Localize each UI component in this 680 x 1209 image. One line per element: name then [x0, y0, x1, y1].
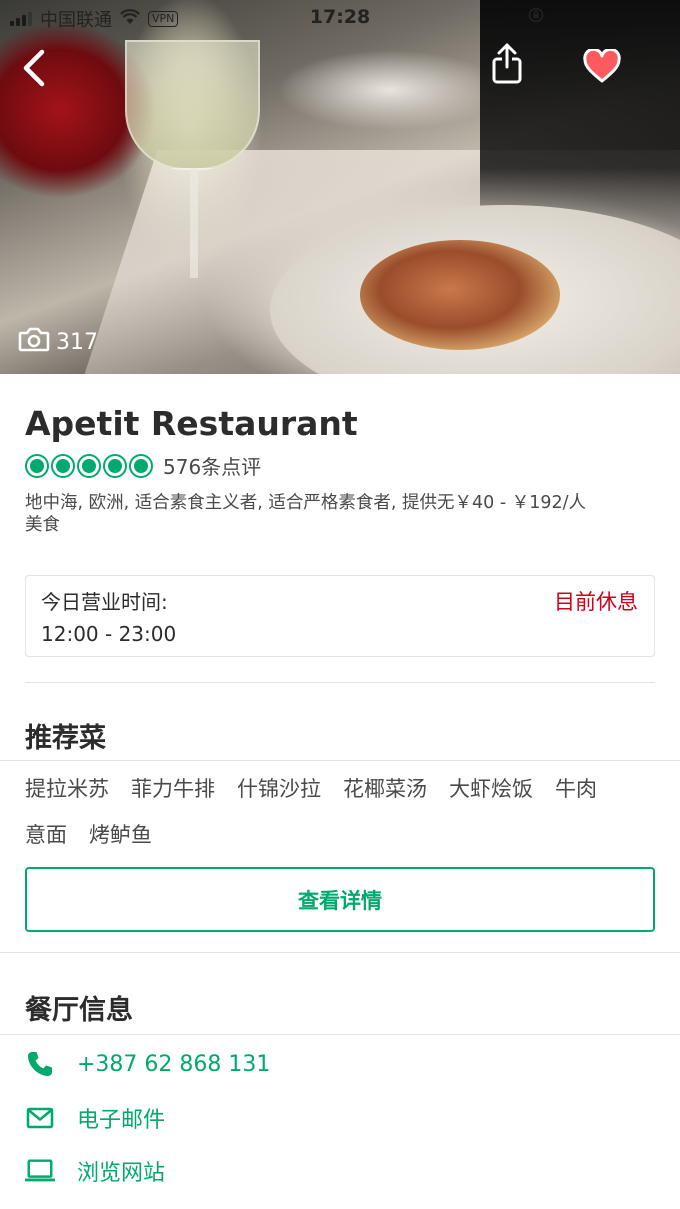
view-details-button[interactable]: 查看详情 — [25, 867, 655, 932]
rating-bubble-icon — [51, 453, 75, 478]
open-status: 目前休息 — [554, 590, 638, 614]
photo-wine-glass — [125, 40, 260, 170]
back-button[interactable] — [14, 48, 54, 92]
cuisine-tags: 地中海, 欧洲, 适合素食主义者, 适合严格素食者, 提供无￥40 - ￥192… — [25, 492, 665, 536]
hero-photo[interactable] — [0, 0, 680, 374]
mail-icon — [25, 1103, 55, 1133]
dish-item: 意面 — [25, 823, 67, 847]
dish-item: 菲力牛排 — [131, 777, 215, 801]
rotation-lock-icon — [528, 7, 544, 27]
status-time: 17:28 — [309, 6, 371, 28]
dish-item: 大虾烩饭 — [449, 777, 533, 801]
rating-row[interactable]: 576条点评 — [25, 451, 261, 480]
review-count: 576条点评 — [163, 455, 262, 479]
website-link[interactable]: 浏览网站 — [25, 1155, 165, 1187]
heart-icon — [583, 47, 621, 87]
rating-bubble-icon — [77, 453, 101, 478]
rating-bubble-icon — [103, 453, 127, 478]
photo-count-value: 317 — [56, 329, 98, 355]
divider — [0, 1034, 680, 1035]
divider — [0, 760, 680, 761]
photo-background — [480, 0, 680, 240]
divider — [0, 952, 680, 953]
dish-item: 提拉米苏 — [25, 777, 109, 801]
rating-bubble-icon — [25, 453, 49, 478]
dish-item: 什锦沙拉 — [237, 777, 321, 801]
rating-bubbles — [25, 453, 153, 478]
laptop-icon — [25, 1156, 55, 1186]
recommended-dishes-title: 推荐菜 — [25, 723, 106, 754]
hours-value: 12:00 - 23:00 — [41, 622, 177, 646]
phone-link[interactable]: +387 62 868 131 — [25, 1049, 270, 1079]
phone-number: +387 62 868 131 — [77, 1051, 271, 1077]
dish-item: 牛肉 — [555, 777, 597, 801]
dish-item: 花椰菜汤 — [343, 777, 427, 801]
camera-icon — [18, 326, 50, 358]
restaurant-info-title: 餐厅信息 — [25, 995, 133, 1026]
cuisine-line-2: 美食 — [25, 515, 60, 535]
cuisine-line-1: 地中海, 欧洲, 适合素食主义者, 适合严格素食者, 提供无￥40 - ￥192… — [25, 493, 587, 513]
favorite-button[interactable] — [580, 47, 624, 88]
website-label: 浏览网站 — [77, 1161, 166, 1186]
restaurant-name: Apetit Restaurant — [25, 404, 358, 443]
email-label: 电子邮件 — [77, 1108, 166, 1133]
photo-glass-stem — [190, 168, 198, 278]
email-link[interactable]: 电子邮件 — [25, 1102, 165, 1134]
back-arrow-icon — [22, 49, 46, 91]
share-icon — [491, 43, 523, 89]
share-button[interactable] — [486, 42, 528, 90]
photo-dish — [360, 240, 560, 350]
photo-count[interactable]: 317 — [18, 326, 98, 358]
status-bar: 中国联通 VPN 17:28 — [0, 4, 680, 32]
hours-label: 今日营业时间: — [41, 590, 168, 614]
recommended-dishes-list: 提拉米苏 菲力牛排 什锦沙拉 花椰菜汤 大虾烩饭 牛肉 意面 烤鲈鱼 — [25, 776, 665, 848]
phone-icon — [25, 1049, 55, 1079]
dish-item: 烤鲈鱼 — [89, 823, 152, 847]
divider — [25, 682, 655, 683]
opening-hours-card[interactable]: 今日营业时间: 12:00 - 23:00 目前休息 — [25, 575, 655, 657]
rating-bubble-icon — [129, 453, 153, 478]
